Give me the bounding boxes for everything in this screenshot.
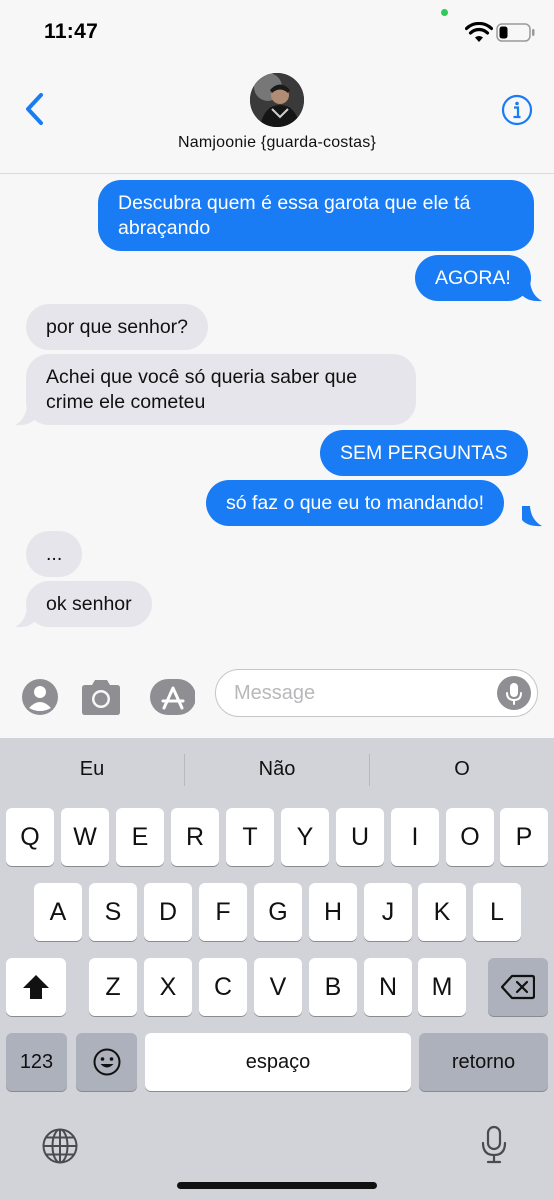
- emoji-key[interactable]: [76, 1033, 137, 1091]
- message-text: ...: [46, 543, 63, 565]
- key-h[interactable]: H: [309, 883, 357, 941]
- message-bubble-sent[interactable]: só faz o que eu to mandando!: [206, 480, 505, 526]
- suggestion-1[interactable]: Eu: [0, 758, 184, 781]
- shift-icon: [23, 975, 49, 999]
- message-input-bar: Message: [0, 660, 554, 738]
- conversation-header: Namjoonie {guarda-costas}: [0, 62, 554, 174]
- message-input[interactable]: Message: [215, 669, 538, 717]
- key-c[interactable]: C: [199, 958, 247, 1016]
- key-k[interactable]: K: [418, 883, 466, 941]
- message-bubble-sent[interactable]: SEM PERGUNTAS: [320, 430, 528, 476]
- key-j[interactable]: J: [364, 883, 412, 941]
- key-o[interactable]: O: [446, 808, 494, 866]
- message-bubble-received[interactable]: ok senhor: [26, 581, 152, 627]
- delete-key[interactable]: [488, 958, 548, 1016]
- message-text: ok senhor: [46, 593, 132, 615]
- message-line: crime ele cometeu: [46, 391, 206, 413]
- status-bar: 11:47: [0, 0, 554, 62]
- suggestion-3[interactable]: O: [370, 758, 554, 781]
- key-z[interactable]: Z: [89, 958, 137, 1016]
- battery-icon: [496, 23, 535, 42]
- message-line: abraçando: [118, 217, 211, 239]
- message-text: SEM PERGUNTAS: [340, 442, 508, 464]
- message-text: por que senhor?: [46, 316, 189, 338]
- space-key[interactable]: espaço: [145, 1033, 411, 1091]
- back-chevron-icon[interactable]: [22, 92, 48, 126]
- key-n[interactable]: N: [364, 958, 412, 1016]
- key-a[interactable]: A: [34, 883, 82, 941]
- status-time: 11:47: [44, 20, 99, 43]
- message-bubble-sent[interactable]: Descubra quem é essa garota que ele tá a…: [98, 180, 534, 251]
- key-g[interactable]: G: [254, 883, 302, 941]
- dictation-icon[interactable]: [479, 1125, 509, 1165]
- suggestion-2[interactable]: Não: [185, 758, 369, 781]
- message-bubble-received[interactable]: Achei que você só queria saber que crime…: [26, 354, 416, 425]
- return-key[interactable]: retorno: [419, 1033, 548, 1091]
- delete-icon: [500, 974, 536, 1000]
- contact-avatar[interactable]: [250, 73, 304, 127]
- message-text: AGORA!: [435, 267, 511, 289]
- globe-icon[interactable]: [41, 1127, 79, 1165]
- key-i[interactable]: I: [391, 808, 439, 866]
- key-w[interactable]: W: [61, 808, 109, 866]
- key-v[interactable]: V: [254, 958, 302, 1016]
- bubble-tail: [522, 281, 542, 302]
- microphone-icon[interactable]: [497, 676, 531, 710]
- key-b[interactable]: B: [309, 958, 357, 1016]
- message-text: só faz o que eu to mandando!: [226, 492, 485, 514]
- key-s[interactable]: S: [89, 883, 137, 941]
- bubble-tail: [15, 607, 35, 628]
- key-y[interactable]: Y: [281, 808, 329, 866]
- home-indicator: [177, 1182, 377, 1189]
- key-m[interactable]: M: [418, 958, 466, 1016]
- key-p[interactable]: P: [500, 808, 548, 866]
- key-q[interactable]: Q: [6, 808, 54, 866]
- shift-key[interactable]: [6, 958, 66, 1016]
- message-list: Descubra quem é essa garota que ele tá a…: [0, 175, 554, 660]
- camera-in-use-indicator: [441, 9, 448, 16]
- message-bubble-received[interactable]: ...: [26, 531, 83, 577]
- app-store-icon[interactable]: [149, 676, 195, 718]
- key-e[interactable]: E: [116, 808, 164, 866]
- key-d[interactable]: D: [144, 883, 192, 941]
- key-f[interactable]: F: [199, 883, 247, 941]
- key-t[interactable]: T: [226, 808, 274, 866]
- key-r[interactable]: R: [171, 808, 219, 866]
- wifi-icon: [465, 22, 493, 42]
- bubble-tail: [15, 405, 35, 426]
- emoji-icon: [93, 1048, 120, 1076]
- info-icon[interactable]: [501, 94, 533, 126]
- key-l[interactable]: L: [473, 883, 521, 941]
- bubble-tail: [522, 506, 542, 527]
- message-input-placeholder: Message: [234, 682, 316, 704]
- message-line: Achei que você só queria saber que: [46, 366, 358, 388]
- contact-name[interactable]: Namjoonie {guarda-costas}: [0, 134, 554, 152]
- memoji-icon[interactable]: [17, 676, 63, 718]
- keyboard: Eu Não O Q W E R T Y U I O P A S D F G H…: [0, 738, 554, 1200]
- message-bubble-sent[interactable]: AGORA!: [415, 255, 531, 301]
- camera-icon[interactable]: [78, 676, 124, 718]
- message-line: Descubra quem é essa garota que ele tá: [118, 192, 471, 214]
- key-x[interactable]: X: [144, 958, 192, 1016]
- numbers-key[interactable]: 123: [6, 1033, 67, 1091]
- key-u[interactable]: U: [336, 808, 384, 866]
- message-bubble-received[interactable]: por que senhor?: [26, 304, 209, 350]
